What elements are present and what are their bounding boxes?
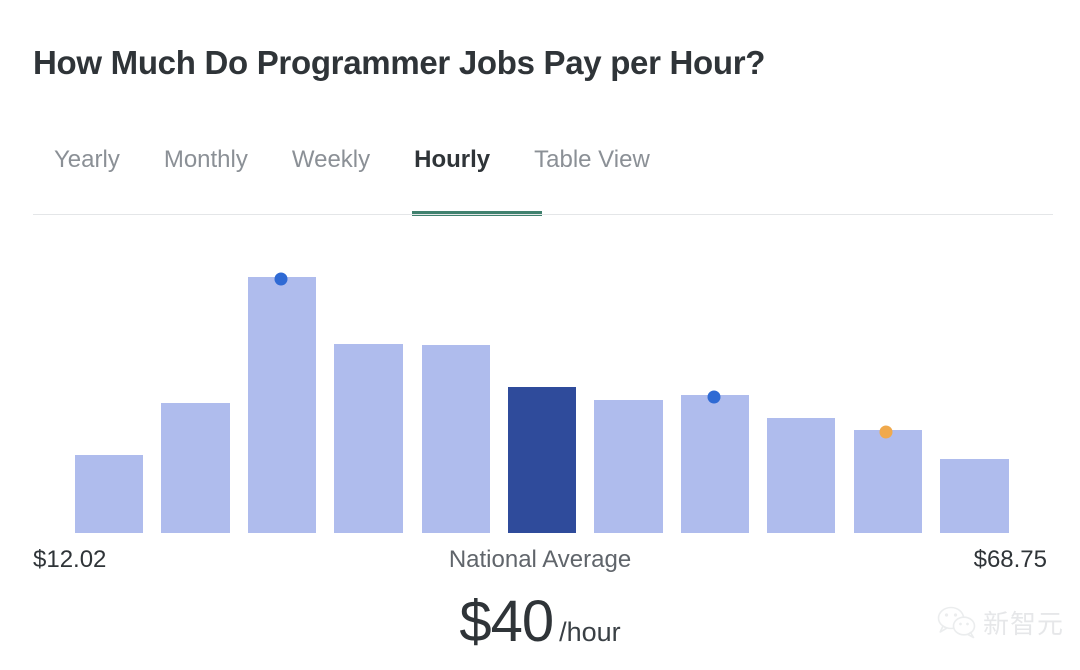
axis-center-label: National Average <box>448 546 632 573</box>
tab-monthly[interactable]: Monthly <box>142 142 270 178</box>
bar-marker-blue <box>274 272 288 286</box>
tab-divider <box>33 214 1053 215</box>
bar[interactable] <box>75 455 143 533</box>
tab-table-view[interactable]: Table View <box>512 142 672 178</box>
bar[interactable] <box>767 418 835 533</box>
bar[interactable] <box>248 277 316 533</box>
tab-list: Yearly Monthly Weekly Hourly Table View <box>33 142 672 178</box>
wechat-icon <box>937 606 977 640</box>
watermark-text: 新智元 <box>982 609 1064 639</box>
bar[interactable] <box>508 387 576 533</box>
view-tabs: Yearly Monthly Weekly Hourly Table View <box>33 142 1053 216</box>
bar-marker-blue <box>707 390 721 404</box>
salary-bar-chart <box>0 230 1080 535</box>
bar[interactable] <box>681 395 749 533</box>
bar[interactable] <box>940 459 1009 533</box>
average-unit: /hour <box>559 617 621 647</box>
national-average-value: $40/hour <box>0 588 1080 655</box>
axis-max-label: $68.75 <box>973 546 1047 573</box>
tab-hourly[interactable]: Hourly <box>392 142 512 178</box>
average-amount: $40 <box>459 589 554 654</box>
tab-weekly[interactable]: Weekly <box>270 142 392 178</box>
bar[interactable] <box>334 344 403 533</box>
bar-marker-orange <box>879 425 893 439</box>
tab-yearly[interactable]: Yearly <box>33 142 142 178</box>
bar[interactable] <box>854 430 922 533</box>
page-title: How Much Do Programmer Jobs Pay per Hour… <box>33 44 766 82</box>
salary-chart-page: How Much Do Programmer Jobs Pay per Hour… <box>0 0 1080 670</box>
bar[interactable] <box>161 403 230 533</box>
watermark: 新智元 <box>937 604 1064 641</box>
bar[interactable] <box>594 400 663 533</box>
bar[interactable] <box>422 345 490 533</box>
axis-labels: $12.02 National Average $68.75 <box>0 546 1080 584</box>
